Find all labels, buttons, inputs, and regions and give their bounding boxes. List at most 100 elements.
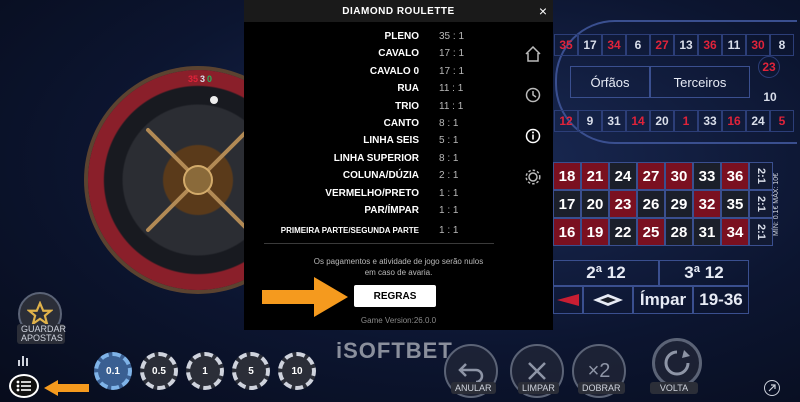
wheel-number: 3	[200, 74, 206, 84]
number-cell[interactable]: 36	[721, 162, 749, 190]
payout-row: CAVALO 0 17 : 1	[274, 66, 509, 83]
racetrack-orphans[interactable]: Órfãos	[570, 66, 650, 98]
clear-label: LIMPAR	[518, 382, 559, 394]
racetrack-number[interactable]: 23	[758, 56, 780, 78]
save-bets-label: GUARDAR APOSTAS	[17, 324, 66, 344]
racetrack-number[interactable]: 8	[770, 34, 794, 56]
chip-0-5[interactable]: 0.5	[140, 352, 178, 390]
double-label: DOBRAR	[578, 382, 625, 394]
payout-value: 1 : 1	[439, 204, 459, 216]
racetrack-number[interactable]: 24	[746, 110, 770, 132]
racetrack-number[interactable]: 10	[758, 86, 782, 108]
racetrack-number[interactable]: 27	[650, 34, 674, 56]
number-cell[interactable]: 16	[553, 218, 581, 246]
payout-row: RUA 11 : 1	[274, 83, 509, 100]
number-cell[interactable]: 19	[581, 218, 609, 246]
racetrack-number[interactable]: 12	[554, 110, 578, 132]
racetrack-number[interactable]: 9	[578, 110, 602, 132]
number-cell[interactable]: 22	[609, 218, 637, 246]
payout-value: 35 : 1	[439, 31, 465, 42]
spin-label: VOLTA	[650, 382, 698, 394]
number-cell[interactable]: 25	[637, 218, 665, 246]
racetrack-number[interactable]: 31	[602, 110, 626, 132]
history-icon[interactable]	[525, 87, 541, 103]
table-limits: MÍN: 0.1€ MÁX: 10€	[773, 172, 780, 236]
dozen-2-button[interactable]: 2ª 12	[553, 260, 659, 286]
racetrack-number[interactable]: 11	[722, 34, 746, 56]
payout-value: 17 : 1	[439, 48, 465, 60]
undo-label: ANULAR	[451, 382, 496, 394]
payout-value: 5 : 1	[439, 135, 459, 147]
number-cell[interactable]: 28	[665, 218, 693, 246]
racetrack-number[interactable]: 5	[770, 110, 794, 132]
number-cell[interactable]: 21	[581, 162, 609, 190]
racetrack-number[interactable]: 14	[626, 110, 650, 132]
dozen-3-button[interactable]: 3ª 12	[659, 260, 749, 286]
number-cell[interactable]: 32	[693, 190, 721, 218]
statistics-button[interactable]	[16, 352, 32, 368]
betting-grid: 18 21 24 27 30 33 36 17 20 23 26 29 32 3…	[553, 162, 749, 246]
payout-name: TRIO	[395, 100, 419, 112]
payout-value: 1 : 1	[439, 187, 459, 199]
racetrack-number[interactable]: 34	[602, 34, 626, 56]
racetrack-number[interactable]: 35	[554, 34, 578, 56]
racetrack-number[interactable]: 33	[698, 110, 722, 132]
racetrack-number[interactable]: 30	[746, 34, 770, 56]
racetrack-number[interactable]: 20	[650, 110, 674, 132]
chip-5[interactable]: 5	[232, 352, 270, 390]
home-icon[interactable]	[525, 45, 541, 62]
tutorial-arrow-left	[44, 380, 89, 396]
rules-button[interactable]: REGRAS	[354, 285, 436, 307]
spin-button[interactable]	[652, 338, 702, 388]
payout-name: PLENO	[384, 31, 419, 42]
close-button[interactable]: ×	[539, 3, 547, 19]
payout-value: 8 : 1	[439, 117, 459, 129]
odd-bet-button[interactable]: Ímpar	[633, 286, 693, 314]
payout-name: CAVALO	[378, 48, 419, 60]
settings-icon[interactable]	[525, 169, 541, 185]
spin-icon	[664, 350, 690, 376]
black-bet-button[interactable]	[583, 286, 633, 314]
bar-chart-icon	[18, 356, 28, 366]
column-bet-button[interactable]: 2:1	[749, 218, 773, 246]
close-icon	[528, 362, 546, 380]
side-nav	[525, 45, 541, 185]
chip-1[interactable]: 1	[186, 352, 224, 390]
number-cell[interactable]: 31	[693, 218, 721, 246]
payout-value: 17 : 1	[439, 65, 465, 77]
number-cell[interactable]: 24	[609, 162, 637, 190]
number-cell[interactable]: 27	[637, 162, 665, 190]
number-cell[interactable]: 26	[637, 190, 665, 218]
column-bet-button[interactable]: 2:1	[749, 190, 773, 218]
number-cell[interactable]: 29	[665, 190, 693, 218]
number-cell[interactable]: 30	[665, 162, 693, 190]
payout-value: 8 : 1	[439, 152, 459, 164]
info-icon[interactable]	[525, 128, 541, 144]
chip-10[interactable]: 10	[278, 352, 316, 390]
menu-button[interactable]	[9, 374, 39, 398]
undo-icon	[458, 363, 484, 382]
racetrack-number[interactable]: 13	[674, 34, 698, 56]
racetrack-tiers[interactable]: Terceiros	[650, 66, 750, 98]
number-cell[interactable]: 33	[693, 162, 721, 190]
racetrack-number[interactable]: 17	[578, 34, 602, 56]
fullscreen-button[interactable]	[764, 380, 780, 396]
payout-row: LINHA SEIS 5 : 1	[274, 135, 509, 152]
number-cell[interactable]: 23	[609, 190, 637, 218]
racetrack-number[interactable]: 1	[674, 110, 698, 132]
racetrack-number[interactable]: 36	[698, 34, 722, 56]
number-cell[interactable]: 34	[721, 218, 749, 246]
high-bet-button[interactable]: 19-36	[693, 286, 749, 314]
racetrack-number[interactable]: 6	[626, 34, 650, 56]
column-bet-button[interactable]: 2:1	[749, 162, 773, 190]
column-bets: 2:1 2:1 2:1	[749, 162, 773, 246]
number-cell[interactable]: 18	[553, 162, 581, 190]
red-bet-button[interactable]	[553, 286, 583, 314]
payout-name: CANTO	[383, 117, 419, 129]
number-cell[interactable]: 17	[553, 190, 581, 218]
number-cell[interactable]: 20	[581, 190, 609, 218]
racetrack-number[interactable]: 16	[722, 110, 746, 132]
payout-row: CAVALO 17 : 1	[274, 48, 509, 65]
number-cell[interactable]: 35	[721, 190, 749, 218]
chip-0-1[interactable]: 0.1	[94, 352, 132, 390]
